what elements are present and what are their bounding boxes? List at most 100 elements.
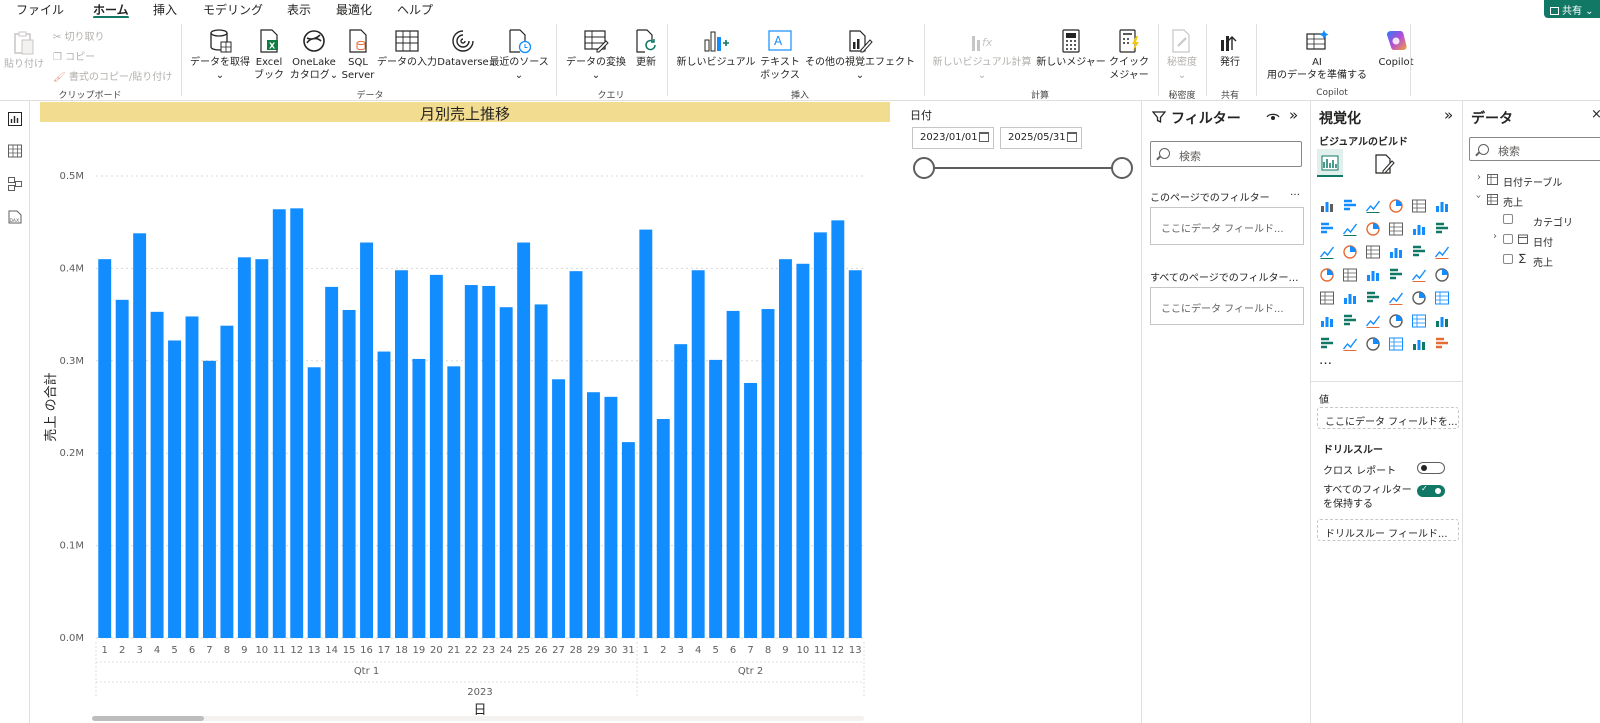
tab-view[interactable]: 表示: [287, 1, 311, 18]
field-checkbox[interactable]: [1503, 214, 1513, 224]
visual-type-icon[interactable]: [1411, 244, 1427, 260]
cut-button[interactable]: ✂ 切り取り: [53, 28, 105, 43]
visual-type-icon[interactable]: [1365, 290, 1381, 306]
table-view-icon[interactable]: [7, 143, 23, 159]
bar[interactable]: [552, 379, 566, 638]
excel-workbook-button[interactable]: X Excel ブック: [253, 28, 285, 82]
calendar-icon[interactable]: [979, 132, 989, 142]
refresh-button[interactable]: 更新: [632, 28, 660, 69]
sql-server-button[interactable]: SQL Server: [341, 28, 375, 82]
table-sales[interactable]: 売上: [1503, 194, 1523, 209]
more-options-icon[interactable]: …: [1290, 187, 1300, 198]
bar[interactable]: [674, 344, 688, 638]
visual-type-icon[interactable]: [1365, 244, 1381, 260]
paste-button[interactable]: 貼り付け: [4, 30, 44, 71]
bar[interactable]: [237, 257, 251, 638]
bar[interactable]: [307, 367, 321, 638]
visual-type-icon[interactable]: [1342, 313, 1358, 329]
bar[interactable]: [621, 442, 635, 638]
more-visuals-button[interactable]: その他の視覚エフェクト ⌄: [802, 28, 918, 82]
visual-type-icon[interactable]: [1411, 221, 1427, 237]
tab-modeling[interactable]: モデリング: [203, 1, 263, 18]
bar[interactable]: [394, 270, 408, 638]
bar[interactable]: [220, 325, 234, 638]
bar[interactable]: [691, 270, 705, 638]
close-data-pane-icon[interactable]: ×: [1591, 107, 1600, 122]
copy-button[interactable]: ❐ コピー: [53, 48, 95, 63]
visual-type-icon[interactable]: [1411, 267, 1427, 283]
collapse-viz-icon[interactable]: »: [1444, 106, 1453, 124]
this-page-filter-well[interactable]: ここにデータ フィールド...: [1150, 207, 1304, 245]
visual-type-icon[interactable]: [1342, 267, 1358, 283]
end-date-input[interactable]: 2025/05/31: [1000, 127, 1082, 149]
bar[interactable]: [761, 309, 775, 638]
field-sales[interactable]: 売上: [1533, 254, 1553, 269]
bar[interactable]: [744, 382, 758, 638]
slider-start-handle[interactable]: [913, 157, 935, 179]
cross-report-toggle[interactable]: [1417, 462, 1445, 474]
visual-type-icon[interactable]: [1434, 290, 1450, 306]
visual-type-icon[interactable]: [1365, 221, 1381, 237]
visual-type-icon[interactable]: [1434, 198, 1450, 214]
visual-type-icon[interactable]: [1411, 290, 1427, 306]
bar[interactable]: [133, 233, 147, 638]
visual-type-icon[interactable]: [1434, 244, 1450, 260]
eye-icon[interactable]: [1266, 111, 1280, 123]
build-visual-tab[interactable]: [1317, 149, 1343, 177]
prep-data-for-ai-button[interactable]: AI 用のデータを準備する: [1262, 28, 1372, 82]
bar[interactable]: [656, 419, 670, 638]
visual-type-icon[interactable]: [1434, 221, 1450, 237]
visual-type-icon[interactable]: [1342, 221, 1358, 237]
visual-type-icon[interactable]: [1434, 336, 1450, 352]
bar[interactable]: [150, 311, 164, 638]
tab-insert[interactable]: 挿入: [153, 1, 177, 18]
dax-query-view-icon[interactable]: DAX: [7, 209, 23, 225]
visual-type-icon[interactable]: [1319, 198, 1335, 214]
bar[interactable]: [482, 285, 496, 638]
field-date[interactable]: 日付: [1533, 234, 1553, 249]
bar[interactable]: [586, 392, 600, 638]
bar[interactable]: [325, 286, 339, 638]
collapse-chevron-icon[interactable]: ›: [1473, 195, 1484, 199]
bar[interactable]: [342, 309, 356, 638]
new-measure-button[interactable]: 新しいメジャー: [1036, 28, 1106, 69]
visual-type-icon[interactable]: [1342, 290, 1358, 306]
field-checkbox[interactable]: [1503, 254, 1513, 264]
onelake-catalog-button[interactable]: OneLake カタログ⌄: [288, 28, 340, 82]
bar[interactable]: [778, 259, 792, 638]
visual-type-icon[interactable]: [1388, 198, 1404, 214]
format-visual-icon[interactable]: [1373, 153, 1395, 175]
start-date-input[interactable]: 2023/01/01: [912, 127, 994, 149]
visual-type-icon[interactable]: [1411, 313, 1427, 329]
bar[interactable]: [464, 285, 478, 638]
bar[interactable]: [377, 351, 391, 638]
scrollbar-thumb[interactable]: [92, 716, 204, 721]
new-visual-calc-button[interactable]: fx 新しいビジュアル計算 ⌄: [930, 28, 1034, 82]
viz-more-icon[interactable]: …: [1319, 353, 1332, 368]
model-view-icon[interactable]: [7, 176, 23, 192]
visual-type-icon[interactable]: [1319, 313, 1335, 329]
visual-type-icon[interactable]: [1319, 244, 1335, 260]
publish-button[interactable]: 発行: [1210, 28, 1250, 69]
visual-type-icon[interactable]: [1434, 313, 1450, 329]
keep-all-filters-toggle[interactable]: ✓: [1417, 484, 1445, 497]
bar[interactable]: [115, 299, 129, 638]
transform-data-button[interactable]: データの変換 ⌄: [562, 28, 630, 82]
quick-measure-button[interactable]: クイック メジャー: [1106, 28, 1152, 82]
bar[interactable]: [290, 208, 304, 638]
visual-type-icon[interactable]: [1342, 244, 1358, 260]
visual-type-icon[interactable]: [1411, 336, 1427, 352]
visual-type-icon[interactable]: [1365, 336, 1381, 352]
bar[interactable]: [168, 340, 182, 638]
visual-type-icon[interactable]: [1365, 313, 1381, 329]
drillthrough-field-well[interactable]: ドリルスルー フィールド...: [1317, 519, 1459, 541]
visual-type-icon[interactable]: [1388, 313, 1404, 329]
visual-type-icon[interactable]: [1388, 244, 1404, 260]
tab-optimize[interactable]: 最適化: [336, 1, 372, 18]
enter-data-button[interactable]: データの入力: [375, 28, 439, 69]
recent-sources-button[interactable]: 最近のソース ⌄: [487, 28, 551, 82]
bar[interactable]: [726, 310, 740, 638]
visual-type-icon[interactable]: [1319, 290, 1335, 306]
slider-end-handle[interactable]: [1111, 157, 1133, 179]
visual-type-icon[interactable]: [1388, 336, 1404, 352]
